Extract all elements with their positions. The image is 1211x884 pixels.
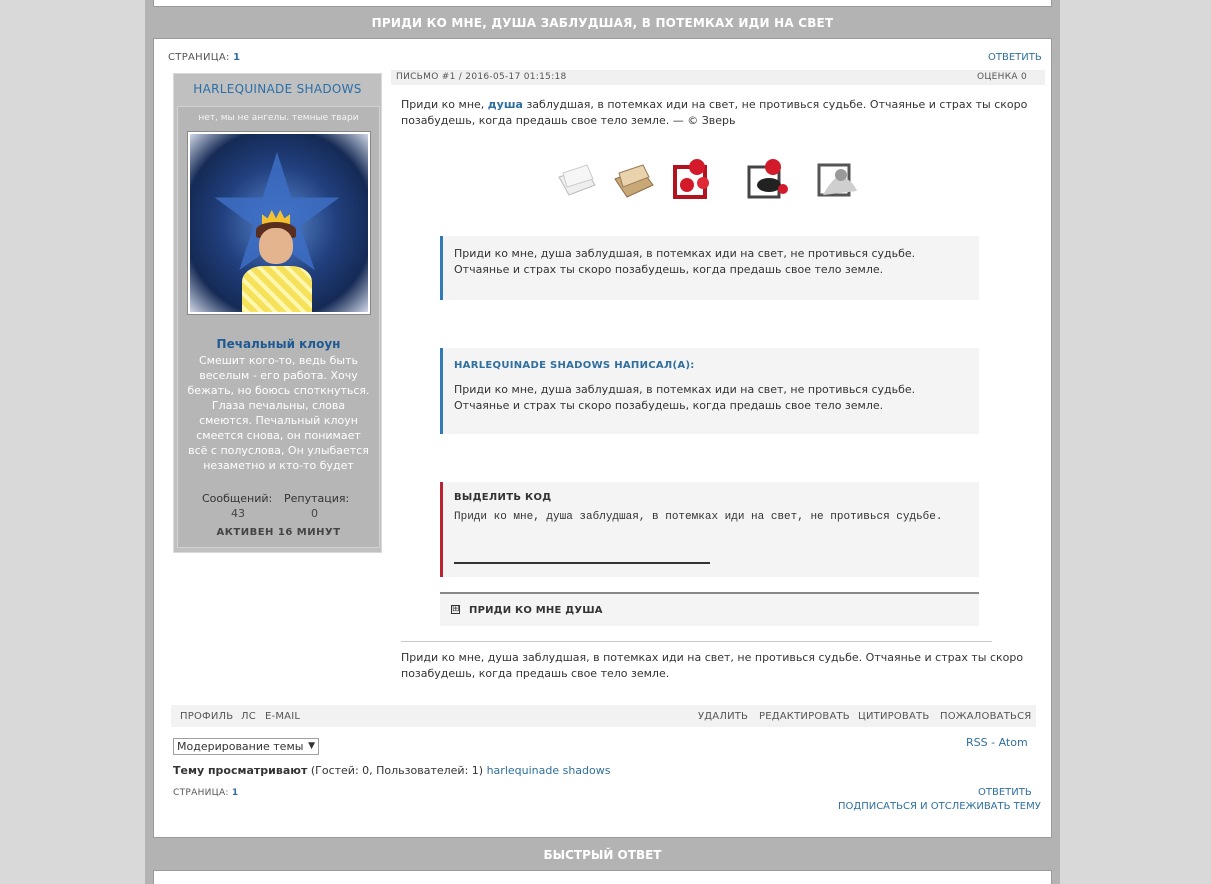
topic-viewers: Тему просматривают (Гостей: 0, Пользоват… [173, 764, 611, 777]
quick-reply-container [153, 870, 1052, 884]
quote-author: HARLEQUINADE SHADOWS НАПИСАЛ(А): [454, 360, 695, 371]
post-inline-link[interactable]: душа [488, 98, 523, 111]
page-wrapper: ПРИДИ КО МНЕ, ДУША ЗАБЛУДШАЯ, В ПОТЕМКАХ… [145, 0, 1060, 884]
viewers-counts: (Гостей: 0, Пользователей: 1) [307, 764, 487, 777]
atom-link[interactable]: Atom [999, 736, 1028, 749]
quote-block: Приди ко мне, душа заблудшая, в потемках… [440, 236, 979, 300]
moderation-select[interactable]: Модерирование темы ▼ [173, 738, 319, 755]
author-name[interactable]: HARLEQUINADE SHADOWS [174, 82, 381, 96]
viewers-label: Тему просматривают [173, 764, 308, 777]
spoiler-block[interactable]: ⊞ ПРИДИ КО МНЕ ДУША [440, 592, 979, 626]
activity-status: АКТИВЕН 16 МИНУТ [216, 527, 341, 538]
reply-button-top[interactable]: ОТВЕТИТЬ [988, 52, 1042, 63]
author-profile: HARLEQUINADE SHADOWS нет, мы не ангелы. … [173, 73, 382, 553]
author-status: нет, мы не ангелы. темные твари [198, 113, 359, 123]
rss-link[interactable]: RSS [966, 736, 988, 749]
expand-icon[interactable]: ⊞ [451, 605, 460, 614]
quote-block-author: HARLEQUINADE SHADOWS НАПИСАЛ(А): Приди к… [440, 348, 979, 434]
post-number-date: ПИСЬМО #1 / 2016-05-17 01:15:18 [396, 72, 567, 82]
page-link[interactable]: 1 [232, 788, 239, 798]
signature-title: Печальный клоун [216, 337, 341, 351]
code-text: Приди ко мне, душа заблудшая, в потемках… [454, 511, 943, 523]
chevron-down-icon: ▼ [308, 741, 315, 751]
code-block: ВЫДЕЛИТЬ КОД Приди ко мне, душа заблудша… [440, 482, 979, 577]
quote-text: Приди ко мне, душа заблудшая, в потемках… [454, 247, 916, 276]
edit-link[interactable]: РЕДАКТИРОВАТЬ [759, 711, 850, 722]
posts-count: 43 [231, 507, 245, 520]
code-scrollbar[interactable] [454, 562, 710, 564]
topic-container: СТРАНИЦА: 1 ОТВЕТИТЬ HARLEQUINADE SHADOW… [153, 38, 1052, 838]
spoiler-title[interactable]: ПРИДИ КО МНЕ ДУША [469, 605, 603, 616]
raven-frame-icon [747, 159, 788, 199]
quote-text: Приди ко мне, душа заблудшая, в потемках… [454, 383, 916, 412]
reputation-count: 0 [311, 507, 318, 520]
pagination-bottom: СТРАНИЦА: 1 [173, 788, 238, 798]
reply-button-bottom[interactable]: ОТВЕТИТЬ [978, 787, 1032, 798]
post-header: ПИСЬМО #1 / 2016-05-17 01:15:18 ОЦЕНКА 0 [391, 70, 1045, 85]
gifts-row [551, 147, 881, 211]
grey-figure-icon [817, 163, 857, 197]
red-flower-frame-icon [673, 159, 709, 199]
topic-title: ПРИДИ КО МНЕ, ДУША ЗАБЛУДШАЯ, В ПОТЕМКАХ… [371, 16, 834, 30]
previous-block [153, 0, 1052, 7]
page-link[interactable]: 1 [233, 52, 240, 63]
email-link[interactable]: E-MAIL [265, 711, 300, 722]
profile-link[interactable]: ПРОФИЛЬ [180, 711, 233, 722]
feeds: RSS - Atom [966, 736, 1028, 749]
author-details: нет, мы не ангелы. темные твари Печальны… [177, 106, 380, 548]
post-body-text: Приди ко мне, душа заблудшая, в потемках… [401, 98, 1028, 127]
post-rating: ОЦЕНКА 0 [977, 72, 1028, 82]
posts-label: Сообщений: [202, 492, 273, 505]
subscribe-link[interactable]: ПОДПИСАТЬСЯ И ОТСЛЕЖИВАТЬ ТЕМУ [838, 801, 1041, 812]
report-link[interactable]: ПОЖАЛОВАТЬСЯ [940, 711, 1031, 722]
post-signature-text: Приди ко мне, душа заблудшая, в потемках… [401, 651, 1024, 680]
paper-gift-icon [558, 164, 596, 196]
letters-gift-icon [614, 164, 654, 198]
quote-link[interactable]: ЦИТИРОВАТЬ [858, 711, 929, 722]
signature-text: Смешит кого-то, ведь быть веселым - его … [187, 354, 370, 475]
reputation-label: Репутация: [284, 492, 350, 505]
pagination-top: СТРАНИЦА: 1 [168, 52, 240, 63]
viewer-user-link[interactable]: harlequinade shadows [487, 764, 611, 777]
post-actions: ПРОФИЛЬ ЛС E-MAIL УДАЛИТЬ РЕДАКТИРОВАТЬ … [171, 705, 1036, 727]
pagination-label: СТРАНИЦА: [173, 788, 229, 798]
pagination-label: СТРАНИЦА: [168, 52, 230, 63]
pm-link[interactable]: ЛС [241, 711, 256, 722]
signature-separator [401, 641, 992, 642]
select-code-link[interactable]: ВЫДЕЛИТЬ КОД [454, 492, 969, 503]
avatar [187, 131, 371, 315]
delete-link[interactable]: УДАЛИТЬ [698, 711, 748, 722]
quick-reply-title: БЫСТРЫЙ ОТВЕТ [543, 848, 662, 862]
